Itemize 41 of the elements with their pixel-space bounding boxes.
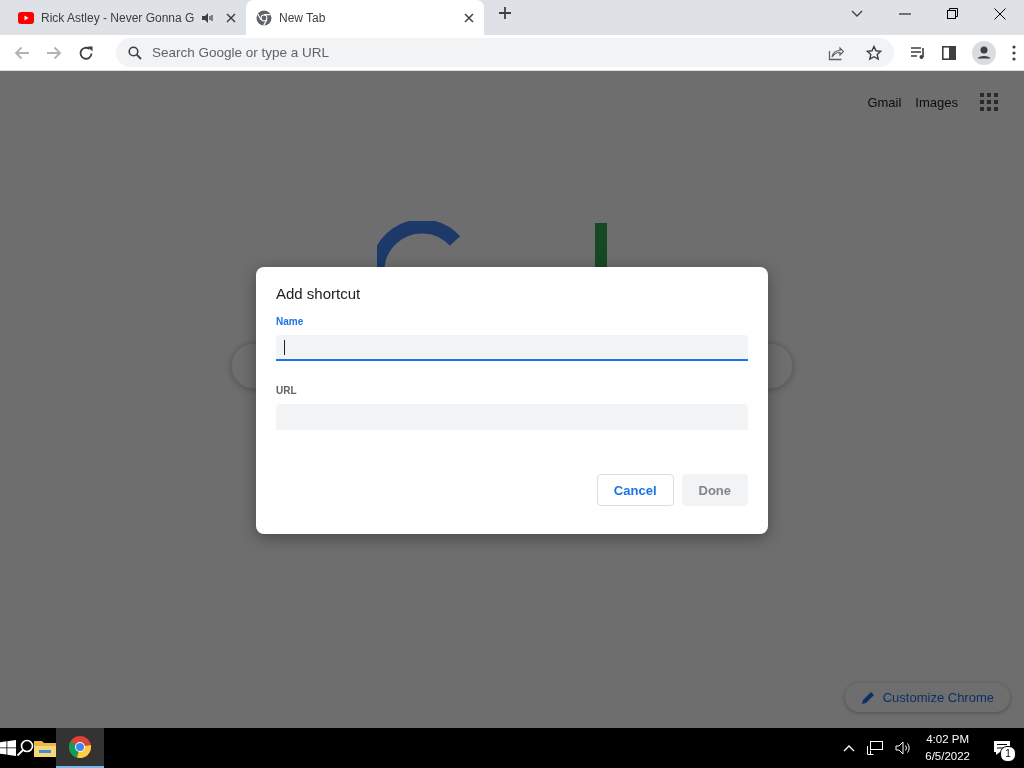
clock-time[interactable]: 4:02 PM bbox=[926, 731, 970, 748]
header-link[interactable]: Images bbox=[915, 94, 958, 110]
chevron-up-icon[interactable] bbox=[843, 744, 856, 752]
header-link[interactable]: Gmail bbox=[867, 94, 902, 110]
media-queue-icon[interactable] bbox=[910, 45, 926, 60]
browser-tab[interactable]: Rick Astley - Never Gonna G bbox=[8, 0, 246, 35]
share-icon[interactable] bbox=[828, 44, 844, 61]
field-label: URL bbox=[276, 385, 297, 396]
search-icon[interactable] bbox=[16, 739, 34, 757]
menu-icon[interactable] bbox=[1012, 44, 1016, 61]
customize-button[interactable]: Customize Chrome bbox=[844, 683, 1010, 712]
dialog-title: Add shortcut bbox=[276, 285, 361, 302]
close-icon[interactable] bbox=[994, 7, 1006, 20]
side-panel-icon[interactable] bbox=[942, 45, 956, 60]
reload-icon[interactable] bbox=[78, 44, 94, 61]
input-field[interactable] bbox=[276, 335, 748, 361]
video-icon bbox=[18, 11, 34, 24]
search-icon bbox=[128, 45, 142, 60]
star-icon[interactable] bbox=[866, 44, 882, 61]
clock-date[interactable]: 6/5/2022 bbox=[925, 748, 970, 765]
windows-start-icon[interactable] bbox=[0, 740, 16, 756]
notification-badge: 1 bbox=[1000, 746, 1016, 762]
browser-tab[interactable]: New Tab bbox=[246, 0, 484, 35]
folder-icon[interactable] bbox=[34, 739, 56, 757]
chevron-down-icon[interactable] bbox=[851, 9, 863, 18]
browser-icon[interactable] bbox=[69, 736, 91, 758]
close-icon[interactable] bbox=[226, 12, 237, 23]
restore-icon[interactable] bbox=[947, 8, 958, 19]
volume-icon[interactable] bbox=[895, 741, 912, 755]
field-label: Name bbox=[276, 316, 304, 327]
profile-icon[interactable] bbox=[972, 40, 996, 65]
close-icon[interactable] bbox=[464, 12, 474, 23]
network-icon[interactable] bbox=[867, 741, 884, 755]
speaker-icon[interactable] bbox=[201, 11, 214, 24]
address-field[interactable]: Search Google or type a URL bbox=[152, 45, 412, 60]
plus-icon[interactable] bbox=[498, 5, 512, 20]
pencil-icon bbox=[860, 690, 875, 705]
browser-icon bbox=[256, 9, 272, 26]
cancel-button[interactable]: Cancel bbox=[596, 474, 674, 506]
apps-grid-icon[interactable] bbox=[980, 93, 998, 111]
minimize-icon[interactable] bbox=[899, 12, 911, 15]
